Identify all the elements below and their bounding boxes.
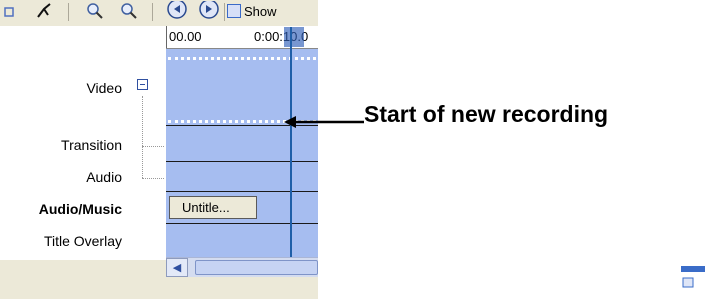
window-corner-icon (681, 266, 705, 288)
scroll-left-button[interactable]: ◀ (166, 258, 188, 277)
track-separator (166, 191, 318, 192)
toolbar-separator (224, 3, 225, 21)
playhead-line[interactable] (290, 27, 292, 258)
status-strip (0, 279, 318, 299)
toolbar-separator (68, 3, 69, 21)
track-label-audio: Audio (86, 169, 122, 185)
timeline-tracks[interactable] (166, 49, 318, 257)
split-icon[interactable] (34, 1, 56, 21)
ruler-start-time: 00.00 (169, 29, 202, 44)
scrollbar-thumb[interactable] (195, 260, 318, 275)
show-button-label: Show (244, 3, 277, 19)
zoom-in-icon[interactable] (84, 1, 106, 21)
playhead-marker[interactable] (284, 27, 304, 47)
tree-connector (142, 146, 164, 147)
timeline-toolbar: Show (0, 0, 318, 26)
play-icon[interactable] (196, 1, 222, 21)
track-label-title-overlay: Title Overlay (43, 233, 122, 249)
toolbar-separator (152, 3, 153, 21)
clip-label: Untitle... (182, 200, 230, 215)
audio-music-clip[interactable]: Untitle... (169, 196, 257, 219)
track-separator (166, 161, 318, 162)
show-storyboard-button[interactable]: Show (227, 1, 277, 21)
annotation-arrow (284, 116, 364, 128)
scroll-left-icon: ◀ (172, 262, 182, 274)
video-clip-boundary (168, 57, 316, 60)
timeline-icon[interactable] (2, 1, 16, 21)
track-label-audio-music: Audio/Music (38, 201, 122, 217)
rewind-icon[interactable] (164, 1, 190, 21)
zoom-out-icon[interactable] (118, 1, 140, 21)
tree-connector (142, 178, 164, 179)
collapse-video-button[interactable] (137, 79, 148, 90)
tree-connector (142, 96, 143, 178)
track-label-video: Video (86, 80, 122, 96)
annotation-label: Start of new recording (364, 101, 609, 127)
track-separator (166, 223, 318, 224)
track-label-transition: Transition (61, 137, 122, 153)
timeline-editor: Show Video Transition Audio Audio/Music … (0, 0, 318, 299)
ruler-tick (166, 26, 167, 48)
storyboard-icon (227, 4, 241, 18)
